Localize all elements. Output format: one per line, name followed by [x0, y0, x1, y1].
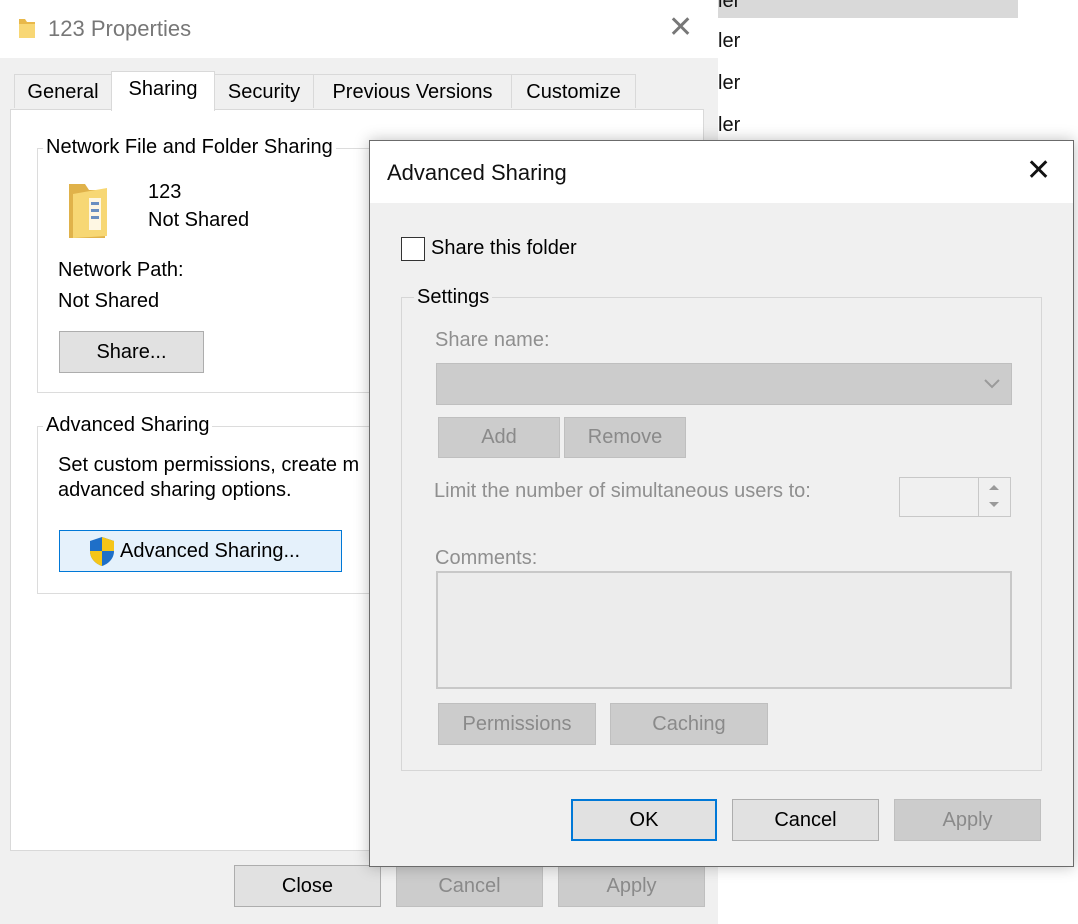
tab-customize[interactable]: Customize [511, 74, 636, 108]
add-button[interactable]: Add [438, 417, 560, 458]
cancel-button[interactable]: Cancel [396, 865, 543, 907]
advanced-sharing-button[interactable]: Advanced Sharing... [59, 530, 342, 572]
dialog-title: Advanced Sharing [387, 160, 567, 185]
advanced-sharing-dialog: Advanced Sharing ✕ Share this folder Set… [369, 140, 1074, 867]
folder-icon [19, 19, 35, 38]
network-sharing-group-label: Network File and Folder Sharing [43, 136, 336, 159]
advanced-sharing-group-label: Advanced Sharing [43, 414, 213, 437]
tab-general[interactable]: General [14, 74, 112, 108]
folder-name: 123 [148, 181, 182, 203]
settings-group-label: Settings [414, 286, 493, 309]
close-icon[interactable]: ✕ [1026, 153, 1051, 188]
tab-sharing[interactable]: Sharing [111, 71, 215, 111]
ok-button[interactable]: OK [571, 799, 717, 841]
background-list-item[interactable]: ler [718, 114, 740, 137]
share-status: Not Shared [148, 209, 250, 231]
dialog-titlebar: Advanced Sharing ✕ [370, 141, 1073, 203]
limit-users-label: Limit the number of simultaneous users t… [434, 480, 811, 502]
spin-down-icon[interactable] [987, 500, 1001, 510]
remove-button[interactable]: Remove [564, 417, 686, 458]
advanced-sharing-description: advanced sharing options. [58, 479, 292, 501]
network-path-value: Not Shared [58, 290, 160, 312]
share-folder-label[interactable]: Share this folder [431, 237, 577, 260]
properties-titlebar: 123 Properties ✕ [0, 0, 718, 58]
background-list-item[interactable]: ler [718, 72, 740, 95]
chevron-down-icon [984, 379, 1000, 389]
background-list-item[interactable]: ler [718, 0, 740, 13]
comments-label: Comments: [435, 547, 538, 569]
share-name-combobox[interactable] [436, 363, 1012, 405]
close-button[interactable]: Close [234, 865, 381, 907]
caching-button[interactable]: Caching [610, 703, 768, 745]
folder-icon [69, 184, 107, 238]
permissions-button[interactable]: Permissions [438, 703, 596, 745]
share-name-label: Share name: [435, 329, 550, 351]
spin-up-icon[interactable] [987, 482, 1001, 492]
spinner-arrows[interactable] [978, 478, 1010, 516]
cancel-button[interactable]: Cancel [732, 799, 879, 841]
advanced-sharing-button-label: Advanced Sharing... [120, 539, 301, 562]
apply-button[interactable]: Apply [558, 865, 705, 907]
share-button[interactable]: Share... [59, 331, 204, 373]
user-limit-spinner[interactable] [899, 477, 1011, 517]
share-folder-checkbox[interactable] [401, 237, 425, 261]
background-selected-row [718, 0, 1018, 18]
tab-security[interactable]: Security [214, 74, 314, 108]
window-title: 123 Properties [48, 16, 192, 41]
uac-shield-icon [90, 537, 114, 566]
close-icon[interactable]: ✕ [668, 10, 693, 45]
comments-textarea[interactable] [436, 571, 1012, 689]
apply-button[interactable]: Apply [894, 799, 1041, 841]
network-path-label: Network Path: [58, 259, 184, 281]
background-list-item[interactable]: ler [718, 30, 740, 53]
advanced-sharing-description: Set custom permissions, create m [58, 454, 360, 476]
tab-previous-versions[interactable]: Previous Versions [313, 74, 512, 108]
